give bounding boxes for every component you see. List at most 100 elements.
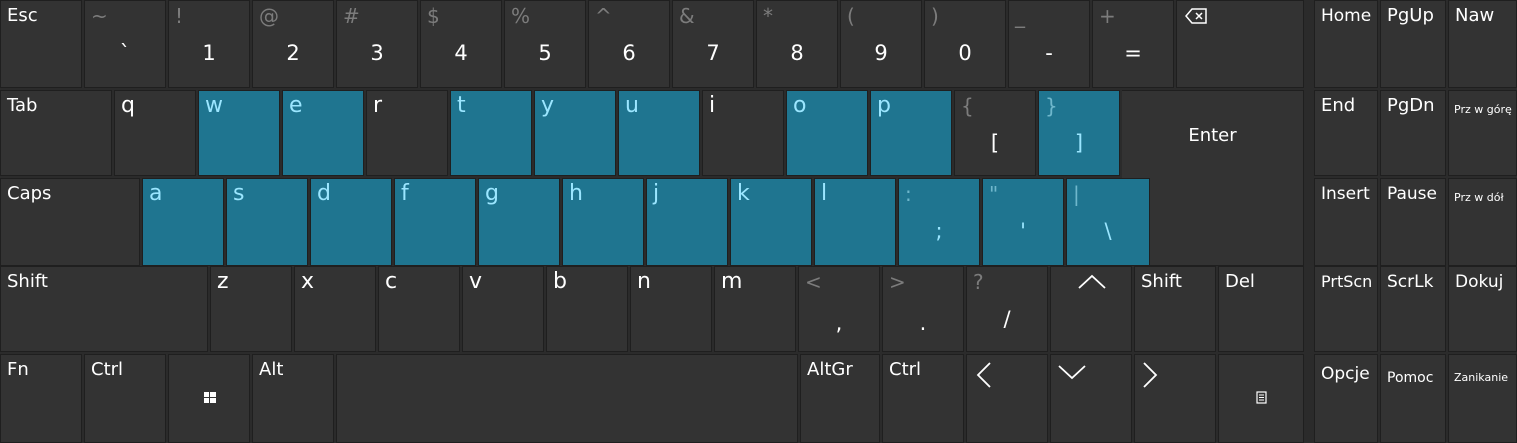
key-2[interactable]: @ 2 (252, 0, 334, 88)
key-shift-label: _ (1015, 4, 1025, 28)
key-shift-label: : (905, 182, 912, 206)
key-9[interactable]: ( 9 (840, 0, 922, 88)
key-v[interactable]: v (462, 266, 544, 352)
key-k[interactable]: k (730, 178, 812, 266)
key-end[interactable]: End (1314, 90, 1378, 176)
key-naw[interactable]: Naw (1448, 0, 1517, 88)
key-alt[interactable]: Alt (252, 354, 334, 443)
key-z[interactable]: z (210, 266, 292, 352)
key-i[interactable]: i (702, 90, 784, 176)
key-label: Caps (7, 183, 52, 204)
key-0[interactable]: ) 0 (924, 0, 1006, 88)
key-minus[interactable]: _ - (1008, 0, 1090, 88)
key-fn[interactable]: Fn (0, 354, 82, 443)
key-prtscn[interactable]: PrtScn (1314, 266, 1378, 352)
key-j[interactable]: j (646, 178, 728, 266)
key-e[interactable]: e (282, 90, 364, 176)
key-label: c (385, 269, 398, 294)
key-dock[interactable]: Dokuj (1448, 266, 1517, 352)
key-help[interactable]: Pomoc (1380, 354, 1446, 443)
key-scroll-down[interactable]: Prz w dół (1448, 178, 1517, 266)
key-o[interactable]: o (786, 90, 868, 176)
key-home[interactable]: Home (1314, 0, 1378, 88)
key-w[interactable]: w (198, 90, 280, 176)
key-bracket-right[interactable]: } ] (1038, 90, 1120, 176)
key-5[interactable]: % 5 (504, 0, 586, 88)
key-tab[interactable]: Tab (0, 90, 112, 176)
key-backslash[interactable]: | \ (1066, 178, 1150, 266)
key-label: m (721, 269, 743, 294)
key-p[interactable]: p (870, 90, 952, 176)
key-b[interactable]: b (546, 266, 628, 352)
key-s[interactable]: s (226, 178, 308, 266)
key-d[interactable]: d (310, 178, 392, 266)
key-insert[interactable]: Insert (1314, 178, 1378, 266)
key-backspace[interactable] (1176, 0, 1304, 88)
key-n[interactable]: n (630, 266, 712, 352)
key-arrow-up[interactable] (1050, 266, 1132, 352)
key-8[interactable]: * 8 (756, 0, 838, 88)
key-r[interactable]: r (366, 90, 448, 176)
key-windows[interactable] (168, 354, 250, 443)
key-label: Fn (7, 359, 29, 380)
key-space[interactable] (336, 354, 798, 443)
key-1[interactable]: ! 1 (168, 0, 250, 88)
key-shift-label: | (1073, 182, 1080, 206)
key-esc[interactable]: Esc (0, 0, 82, 88)
key-ctrl-left[interactable]: Ctrl (84, 354, 166, 443)
key-t[interactable]: t (450, 90, 532, 176)
key-comma[interactable]: < , (798, 266, 880, 352)
key-shift-label: * (763, 4, 773, 28)
key-fade[interactable]: Zanikanie (1448, 354, 1517, 443)
key-arrow-down[interactable] (1050, 354, 1132, 443)
key-pgup[interactable]: PgUp (1380, 0, 1446, 88)
key-label: Pomoc (1387, 370, 1434, 386)
key-y[interactable]: y (534, 90, 616, 176)
key-altgr[interactable]: AltGr (800, 354, 880, 443)
key-g[interactable]: g (478, 178, 560, 266)
key-pause[interactable]: Pause (1380, 178, 1446, 266)
key-c[interactable]: c (378, 266, 460, 352)
key-label: o (793, 93, 807, 118)
key-arrow-left[interactable] (966, 354, 1048, 443)
key-semicolon[interactable]: : ; (898, 178, 980, 266)
key-caps[interactable]: Caps (0, 178, 140, 266)
key-label: ' (1020, 219, 1026, 243)
key-a[interactable]: a (142, 178, 224, 266)
key-ctrl-right[interactable]: Ctrl (882, 354, 964, 443)
key-slash[interactable]: ? / (966, 266, 1048, 352)
key-del[interactable]: Del (1218, 266, 1304, 352)
key-shift-left[interactable]: Shift (0, 266, 208, 352)
key-7[interactable]: & 7 (672, 0, 754, 88)
key-label: Alt (259, 359, 284, 380)
key-6[interactable]: ^ 6 (588, 0, 670, 88)
key-quote[interactable]: " ' (982, 178, 1064, 266)
key-h[interactable]: h (562, 178, 644, 266)
key-label: e (289, 93, 303, 118)
key-label: ] (1074, 131, 1084, 155)
key-label: r (373, 93, 383, 118)
key-arrow-right[interactable] (1134, 354, 1216, 443)
key-3[interactable]: # 3 (336, 0, 418, 88)
key-equals[interactable]: + = (1092, 0, 1174, 88)
key-u[interactable]: u (618, 90, 700, 176)
key-bracket-left[interactable]: { [ (954, 90, 1036, 176)
key-l[interactable]: l (814, 178, 896, 266)
key-period[interactable]: > . (882, 266, 964, 352)
key-shift-right[interactable]: Shift (1134, 266, 1216, 352)
key-label: 3 (370, 41, 384, 65)
key-context-menu[interactable] (1218, 354, 1304, 443)
key-4[interactable]: $ 4 (420, 0, 502, 88)
key-scroll-up[interactable]: Prz w górę (1448, 90, 1517, 176)
key-x[interactable]: x (294, 266, 376, 352)
key-scrlk[interactable]: ScrLk (1380, 266, 1446, 352)
key-pgdn[interactable]: PgDn (1380, 90, 1446, 176)
key-label: ` (119, 41, 131, 65)
key-options[interactable]: Opcje (1314, 354, 1378, 443)
key-label: 5 (538, 41, 552, 65)
key-backtick[interactable]: ~ ` (84, 0, 166, 88)
key-f[interactable]: f (394, 178, 476, 266)
key-m[interactable]: m (714, 266, 796, 352)
key-q[interactable]: q (114, 90, 196, 176)
key-label: . (919, 311, 927, 335)
